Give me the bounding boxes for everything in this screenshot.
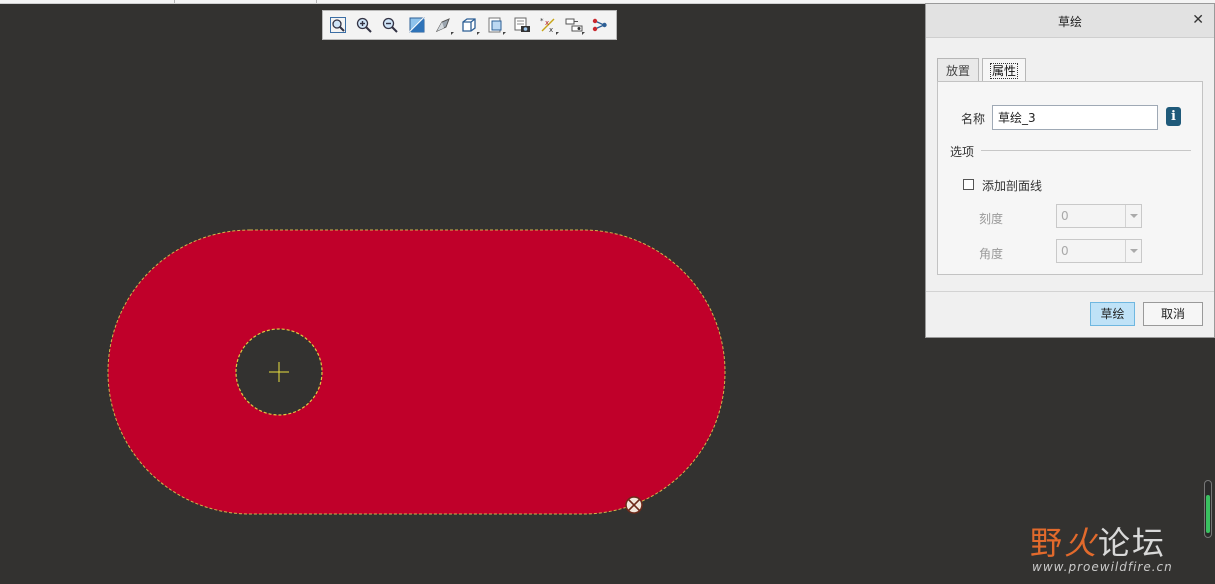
footer-divider <box>926 291 1214 292</box>
perspective-view-icon[interactable] <box>511 14 533 36</box>
tab-placement[interactable]: 放置 <box>937 58 980 82</box>
angle-label: 角度 <box>979 247 1004 261</box>
cancel-button[interactable]: 取消 <box>1143 302 1203 326</box>
name-field[interactable] <box>992 105 1158 130</box>
scale-label: 刻度 <box>979 212 1004 226</box>
refit-zoom-icon[interactable] <box>327 14 349 36</box>
watermark-char: 论坛 <box>1098 524 1167 562</box>
datum-display-filters-icon[interactable]: * x x <box>537 14 559 36</box>
options-label: 选项 <box>950 145 975 159</box>
name-label: 名称 <box>961 112 986 126</box>
angle-combobox: 0 <box>1056 239 1142 263</box>
tab-label: 放置 <box>946 64 971 78</box>
watermark-title: 野火论坛 <box>1030 518 1166 564</box>
dialog-title: 草绘 <box>1057 15 1082 29</box>
info-icon[interactable]: i <box>1166 107 1181 126</box>
watermark-char: 火 <box>1064 524 1099 562</box>
chevron-down-icon <box>1125 205 1141 227</box>
watermark-url: www.proewildfire.cn <box>1032 560 1173 574</box>
forum-watermark: 野火论坛 www.proewildfire.cn <box>1030 518 1210 584</box>
watermark-char: 野 <box>1030 524 1065 562</box>
view-manager-icon[interactable] <box>485 14 507 36</box>
annotation-display-icon[interactable] <box>590 14 612 36</box>
graphics-area[interactable] <box>0 0 925 584</box>
angle-value: 0 <box>1061 244 1069 258</box>
display-style-icon[interactable] <box>432 14 454 36</box>
svg-text:x: x <box>549 26 553 34</box>
view-toolbar: * x x <box>322 10 617 40</box>
repaint-icon[interactable] <box>406 14 428 36</box>
options-divider <box>981 150 1191 151</box>
dialog-title-bar[interactable]: 草绘 ✕ <box>926 4 1214 38</box>
sketch-ok-button[interactable]: 草绘 <box>1090 302 1135 326</box>
zoom-in-icon[interactable] <box>353 14 375 36</box>
tab-properties[interactable]: 属性 <box>982 58 1027 83</box>
sketch-start-point-icon[interactable] <box>625 496 643 514</box>
scale-combobox: 0 <box>1056 204 1142 228</box>
svg-text:*: * <box>540 17 544 25</box>
sketch-slot-region <box>107 229 726 515</box>
chevron-down-icon <box>1125 240 1141 262</box>
add-hatch-checkbox[interactable] <box>963 179 974 190</box>
tab-label: 属性 <box>989 63 1019 79</box>
sketch-display-filters-icon[interactable] <box>563 14 586 36</box>
close-icon[interactable]: ✕ <box>1192 12 1204 28</box>
scale-value: 0 <box>1061 209 1069 223</box>
saved-orientations-icon[interactable] <box>458 14 480 36</box>
zoom-out-icon[interactable] <box>380 14 402 36</box>
add-hatch-label[interactable]: 添加剖面线 <box>982 177 1042 194</box>
sketch-dialog: 草绘 ✕ 放置 属性 名称 i 选项 添加剖面线 刻度 0 角度 0 草绘 取消 <box>925 3 1215 338</box>
